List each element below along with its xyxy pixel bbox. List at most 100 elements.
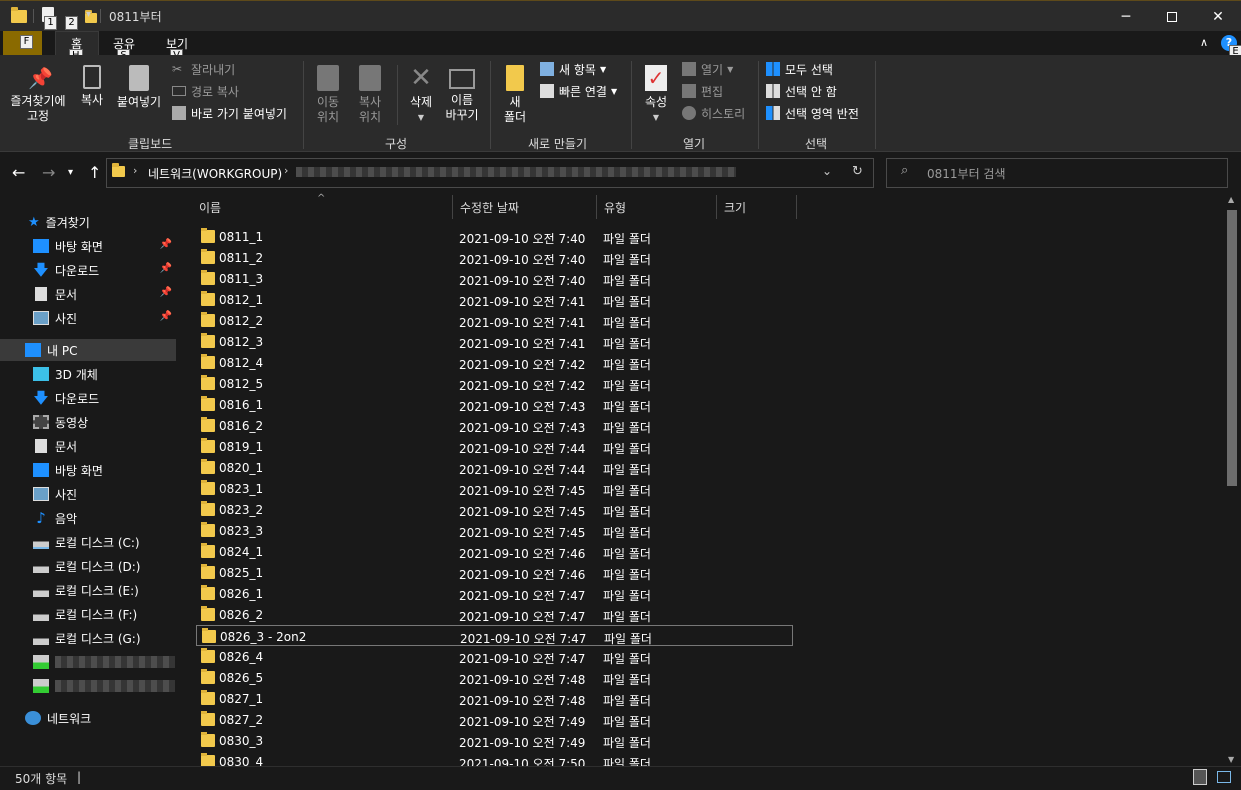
tab-file[interactable]: F bbox=[3, 31, 42, 55]
pin-quick-access-button[interactable]: 📌 즐겨찾기에 고정 bbox=[5, 67, 71, 124]
table-row[interactable]: 0827_2 2021-09-10 오전 7:49 파일 폴더 bbox=[196, 709, 793, 730]
scrollbar-thumb[interactable] bbox=[1227, 210, 1237, 486]
copy-path-icon bbox=[172, 86, 186, 96]
nav-item-pc-pictures[interactable]: 사진 bbox=[33, 483, 176, 505]
up-arrow-icon[interactable]: ↑ bbox=[88, 163, 101, 182]
easy-access-button[interactable]: 빠른 연결 ▼ bbox=[540, 81, 617, 101]
nav-quick-access[interactable]: ★ 즐겨찾기 bbox=[28, 211, 204, 233]
new-folder-button[interactable]: 새 폴더 bbox=[497, 65, 533, 125]
table-row[interactable]: 0812_1 2021-09-10 오전 7:41 파일 폴더 bbox=[196, 289, 793, 310]
nav-item-drive-d[interactable]: 로컬 디스크 (D:) bbox=[33, 555, 176, 577]
scroll-up-icon[interactable]: ▲ bbox=[1228, 195, 1234, 204]
table-row[interactable]: 0823_1 2021-09-10 오전 7:45 파일 폴더 bbox=[196, 478, 793, 499]
table-row[interactable]: 0811_2 2021-09-10 오전 7:40 파일 폴더 bbox=[196, 247, 793, 268]
nav-item-drive-f[interactable]: 로컬 디스크 (F:) bbox=[33, 603, 176, 625]
copy-button[interactable]: 복사 bbox=[75, 65, 109, 108]
collapse-ribbon-icon[interactable]: ∧ bbox=[1200, 36, 1208, 49]
invert-selection-button[interactable]: 선택 영역 반전 bbox=[766, 103, 859, 123]
table-row[interactable]: 0811_1 2021-09-10 오전 7:40 파일 폴더 bbox=[196, 226, 793, 247]
column-divider[interactable] bbox=[452, 195, 453, 219]
table-row[interactable]: 0826_1 2021-09-10 오전 7:47 파일 폴더 bbox=[196, 583, 793, 604]
column-divider[interactable] bbox=[796, 195, 797, 219]
edit-button[interactable]: 편집 bbox=[682, 81, 723, 101]
nav-item-desktop[interactable]: 바탕 화면 📌 bbox=[33, 235, 176, 257]
maximize-button[interactable] bbox=[1149, 1, 1195, 32]
table-row[interactable]: 0812_3 2021-09-10 오전 7:41 파일 폴더 bbox=[196, 331, 793, 352]
rename-button[interactable]: 이름 바꾸기 bbox=[444, 65, 480, 123]
column-header-modified[interactable]: 수정한 날짜 bbox=[460, 199, 519, 216]
file-type: 파일 폴더 bbox=[603, 736, 651, 750]
table-row[interactable]: 0823_2 2021-09-10 오전 7:45 파일 폴더 bbox=[196, 499, 793, 520]
back-arrow-icon[interactable]: ← bbox=[12, 163, 25, 182]
folder-icon bbox=[201, 606, 215, 621]
column-divider[interactable] bbox=[596, 195, 597, 219]
minimize-button[interactable]: ─ bbox=[1103, 1, 1149, 32]
refresh-icon[interactable]: ↻ bbox=[852, 164, 863, 179]
nav-item-music[interactable]: ♪ 음악 bbox=[33, 507, 176, 529]
nav-item-pc-documents[interactable]: 문서 bbox=[33, 435, 176, 457]
nav-item-pictures[interactable]: 사진 📌 bbox=[33, 307, 176, 329]
table-row[interactable]: 0826_2 2021-09-10 오전 7:47 파일 폴더 bbox=[196, 604, 793, 625]
nav-item-3d-objects[interactable]: 3D 개체 bbox=[33, 363, 176, 385]
history-button[interactable]: 히스토리 bbox=[682, 103, 745, 123]
table-row[interactable]: 0826_5 2021-09-10 오전 7:48 파일 폴더 bbox=[196, 667, 793, 688]
table-row[interactable]: 0825_1 2021-09-10 오전 7:46 파일 폴더 bbox=[196, 562, 793, 583]
delete-button[interactable]: ✕ 삭제 ▼ bbox=[403, 65, 439, 125]
table-row[interactable]: 0824_1 2021-09-10 오전 7:46 파일 폴더 bbox=[196, 541, 793, 562]
close-button[interactable]: ✕ bbox=[1195, 1, 1241, 32]
open-button[interactable]: 열기 ▼ bbox=[682, 59, 733, 79]
table-row[interactable]: 0830_3 2021-09-10 오전 7:49 파일 폴더 bbox=[196, 730, 793, 751]
select-all-button[interactable]: 모두 선택 bbox=[766, 59, 833, 79]
breadcrumb-network[interactable]: 네트워크(WORKGROUP) bbox=[148, 165, 282, 182]
column-header-name[interactable]: 이름 bbox=[199, 199, 221, 216]
table-row[interactable]: 0830_4 2021-09-10 오전 7:50 파일 폴더 bbox=[196, 751, 793, 766]
table-row[interactable]: 0826_3 - 2on2 2021-09-10 오전 7:47 파일 폴더 bbox=[196, 625, 793, 646]
new-item-button[interactable]: 새 항목 ▼ bbox=[540, 59, 606, 79]
cut-button[interactable]: ✂ 잘라내기 bbox=[172, 59, 235, 79]
nav-item-videos[interactable]: 동영상 bbox=[33, 411, 176, 433]
table-row[interactable]: 0827_1 2021-09-10 오전 7:48 파일 폴더 bbox=[196, 688, 793, 709]
details-view-icon[interactable] bbox=[1193, 769, 1207, 785]
customize-qat-icon[interactable]: ▾ bbox=[86, 9, 91, 20]
properties-button[interactable]: ✓ 속성 ▼ bbox=[638, 65, 674, 125]
table-row[interactable]: 0816_1 2021-09-10 오전 7:43 파일 폴더 bbox=[196, 394, 793, 415]
recent-locations-icon[interactable]: ▾ bbox=[68, 167, 73, 178]
table-row[interactable]: 0819_1 2021-09-10 오전 7:44 파일 폴더 bbox=[196, 436, 793, 457]
table-row[interactable]: 0823_3 2021-09-10 오전 7:45 파일 폴더 bbox=[196, 520, 793, 541]
folder-icon bbox=[201, 669, 215, 684]
nav-this-pc[interactable]: 내 PC bbox=[0, 339, 176, 361]
nav-item-drive-e[interactable]: 로컬 디스크 (E:) bbox=[33, 579, 176, 601]
large-icons-view-icon[interactable] bbox=[1217, 771, 1231, 783]
column-header-size[interactable]: 크기 bbox=[724, 199, 746, 216]
table-row[interactable]: 0811_3 2021-09-10 오전 7:40 파일 폴더 bbox=[196, 268, 793, 289]
column-divider[interactable] bbox=[716, 195, 717, 219]
copy-to-button[interactable]: 복사 위치 bbox=[352, 65, 388, 125]
move-to-button[interactable]: 이동 위치 bbox=[310, 65, 346, 125]
nav-item-network-drive[interactable] bbox=[33, 675, 176, 697]
nav-item-downloads[interactable]: 🡇 다운로드 📌 bbox=[33, 259, 176, 281]
table-row[interactable]: 0820_1 2021-09-10 오전 7:44 파일 폴더 bbox=[196, 457, 793, 478]
move-to-label: 이동 위치 bbox=[316, 95, 340, 124]
column-header-type[interactable]: 유형 bbox=[604, 199, 626, 216]
table-row[interactable]: 0826_4 2021-09-10 오전 7:47 파일 폴더 bbox=[196, 646, 793, 667]
nav-item-network-drive[interactable] bbox=[33, 651, 176, 673]
nav-item-drive-c[interactable]: 로컬 디스크 (C:) bbox=[33, 531, 176, 553]
nav-item-pc-downloads[interactable]: 🡇 다운로드 bbox=[33, 387, 176, 409]
separator bbox=[303, 61, 304, 149]
nav-item-pc-desktop[interactable]: 바탕 화면 bbox=[33, 459, 176, 481]
forward-arrow-icon[interactable]: → bbox=[42, 163, 55, 182]
scroll-down-icon[interactable]: ▼ bbox=[1228, 755, 1234, 764]
paste-shortcut-button[interactable]: 바로 가기 붙여넣기 bbox=[172, 103, 287, 123]
star-icon: ★ bbox=[28, 214, 40, 230]
paste-button[interactable]: 붙여넣기 bbox=[113, 65, 165, 110]
nav-item-documents[interactable]: 문서 📌 bbox=[33, 283, 176, 305]
select-none-button[interactable]: 선택 안 함 bbox=[766, 81, 837, 101]
address-dropdown-icon[interactable]: ⌄ bbox=[822, 164, 832, 178]
nav-network[interactable]: 네트워크 bbox=[25, 707, 176, 729]
nav-item-drive-g[interactable]: 로컬 디스크 (G:) bbox=[33, 627, 176, 649]
table-row[interactable]: 0816_2 2021-09-10 오전 7:43 파일 폴더 bbox=[196, 415, 793, 436]
table-row[interactable]: 0812_5 2021-09-10 오전 7:42 파일 폴더 bbox=[196, 373, 793, 394]
table-row[interactable]: 0812_2 2021-09-10 오전 7:41 파일 폴더 bbox=[196, 310, 793, 331]
copy-path-button[interactable]: 경로 복사 bbox=[172, 81, 239, 101]
table-row[interactable]: 0812_4 2021-09-10 오전 7:42 파일 폴더 bbox=[196, 352, 793, 373]
